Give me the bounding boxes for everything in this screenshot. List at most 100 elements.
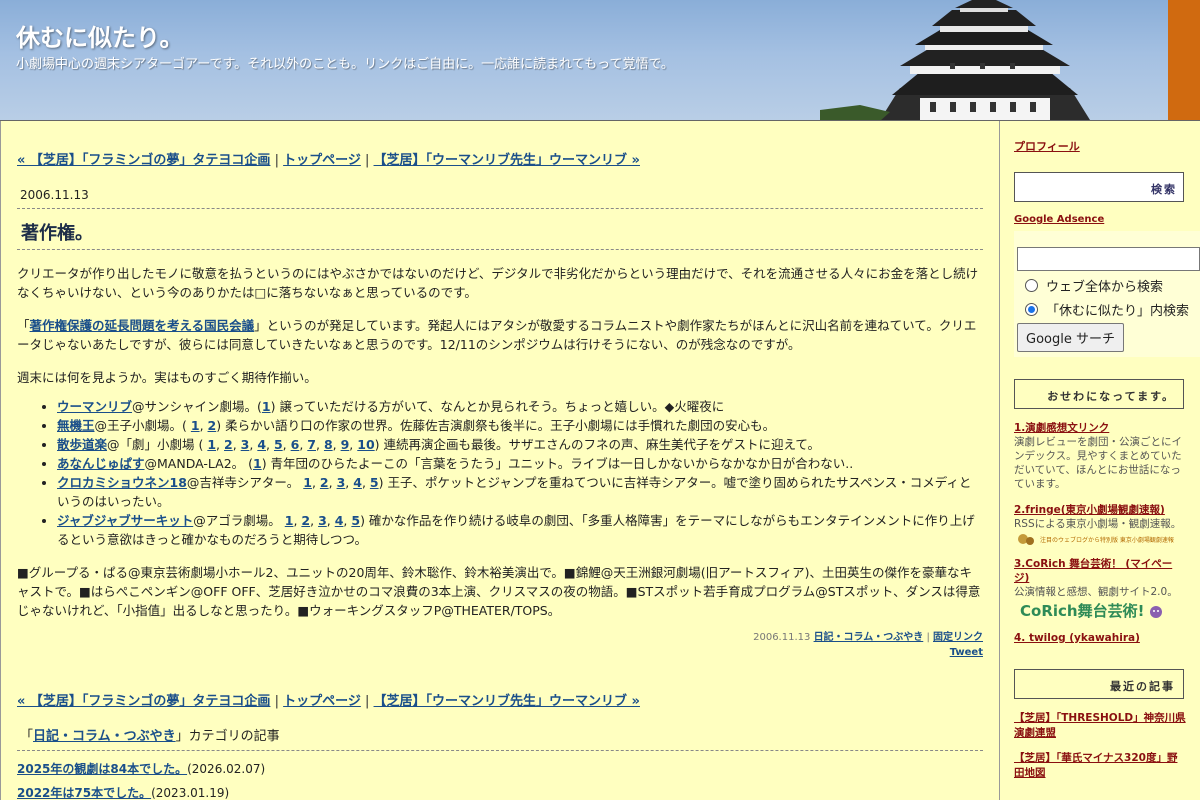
- category-suffix: 」カテゴリの記事: [175, 729, 280, 744]
- show-comment: ) 青年団のひらたよーこの「言葉をうたう」ユニット。ライブは一日しかないからなか…: [261, 456, 854, 471]
- top-page-link[interactable]: トップページ: [283, 694, 361, 709]
- top-page-link[interactable]: トップページ: [283, 153, 361, 168]
- review-number-link[interactable]: 8: [324, 437, 333, 452]
- radio-web-label: ウェブ全体から検索: [1046, 280, 1164, 295]
- post-category-link[interactable]: 日記・コラム・つぶやき: [814, 632, 924, 643]
- review-number-link[interactable]: 1: [207, 437, 216, 452]
- show-name-link[interactable]: ウーマンリブ: [57, 399, 132, 414]
- kokumin-kaigi-link[interactable]: 著作権保護の延長問題を考える国民会議: [30, 318, 255, 333]
- adsense-link[interactable]: Google Adsence: [1014, 214, 1104, 225]
- show-list-item: 散歩道楽@「劇」小劇場 ( 1, 2, 3, 4, 5, 6, 7, 8, 9,…: [57, 435, 983, 454]
- blog-title[interactable]: 休むに似たり。: [16, 18, 184, 53]
- google-search-button[interactable]: Google サーチ: [1017, 323, 1124, 352]
- review-number-link[interactable]: 6: [291, 437, 300, 452]
- category-entry-link[interactable]: 2022年は75本でした。: [17, 786, 151, 800]
- link-desc: 演劇レビューを劇団・公演ごとにインデックス。見やすくまとめていただいていて、ほん…: [1014, 436, 1182, 490]
- review-number-link[interactable]: 5: [351, 513, 360, 528]
- review-number-link[interactable]: 4: [257, 437, 266, 452]
- post-nav-bottom: « 【芝居】「フラミンゴの夢」タテヨコ企画 | トップページ | 【芝居】「ウー…: [17, 690, 983, 709]
- show-list-item: ジャブジャブサーキット@アゴラ劇場。 1, 2, 3, 4, 5) 確かな作品を…: [57, 511, 983, 549]
- search-heading[interactable]: 検索: [1014, 172, 1184, 202]
- sidebar: プロフィール 検索 Google Adsence ウェブ全体から検索 「休むに似…: [1001, 121, 1200, 800]
- category-entry-date: (2026.02.07): [187, 762, 266, 776]
- category-link[interactable]: 日記・コラム・つぶやき: [33, 729, 176, 744]
- recent-item[interactable]: 【芝居】「華氏マイナス320度」野田地図: [1014, 751, 1186, 781]
- review-number-link[interactable]: 2: [224, 437, 233, 452]
- link-desc: RSSによる東京小劇場・観劇速報。: [1014, 518, 1182, 530]
- link-title[interactable]: 3.CoRich 舞台芸術！ (マイページ): [1014, 557, 1186, 585]
- nav-separator: |: [274, 153, 279, 168]
- recent-item[interactable]: 【芝居】「THRESHOLD」神奈川県演劇連盟: [1014, 711, 1186, 741]
- review-number-link[interactable]: 3: [337, 475, 346, 490]
- show-venue: @「劇」小劇場 (: [107, 437, 208, 452]
- blog-banner: 休むに似たり。 小劇場中心の週末シアターゴアーです。それ以外のことも。リンクはご…: [0, 0, 1200, 121]
- review-number-link[interactable]: 5: [370, 475, 379, 490]
- category-entry: 2022年は75本でした。(2023.01.19): [17, 781, 983, 800]
- category-entry-list: 2025年の観劇は84本でした。(2026.02.07) 2022年は75本でした…: [17, 757, 983, 800]
- show-venue: @吉祥寺シアター。: [186, 475, 304, 490]
- review-number-link[interactable]: 2: [208, 418, 217, 433]
- post-body: クリエータが作り出したモノに敬意を払うというのにはやぶさかではないのだけど、デジ…: [17, 264, 983, 620]
- review-number-link[interactable]: 3: [318, 513, 327, 528]
- radio-site-label: 「休むに似たり」内検索: [1046, 304, 1190, 319]
- quote-open: 「: [20, 729, 34, 744]
- show-list-item: あなんじゅぱす@MANDA-LA2。 (1) 青年団のひらたよーこの「言葉をうた…: [57, 454, 983, 473]
- fringe-logo[interactable]: 注目のウェブログから特別版 東京小劇場観劇速報: [1016, 533, 1186, 547]
- review-number-link[interactable]: 2: [320, 475, 329, 490]
- nav-separator: |: [365, 153, 370, 168]
- corich-logo[interactable]: CoRich舞台芸術!: [1020, 603, 1186, 619]
- link-title[interactable]: 1.演劇感想文リンク: [1014, 421, 1186, 435]
- radio-site[interactable]: [1025, 303, 1038, 316]
- review-number-link[interactable]: 1: [285, 513, 294, 528]
- google-search-form: ウェブ全体から検索 「休むに似たり」内検索 Google サーチ: [1014, 231, 1200, 357]
- radio-web[interactable]: [1025, 279, 1038, 292]
- radio-site-row[interactable]: 「休むに似たり」内検索: [1017, 300, 1200, 319]
- review-number-link[interactable]: 7: [307, 437, 316, 452]
- show-name-link[interactable]: あなんじゅぱす: [57, 456, 145, 471]
- prev-post-link[interactable]: « 【芝居】「フラミンゴの夢」タテヨコ企画: [17, 694, 270, 709]
- show-venue: @サンシャイン劇場。(: [132, 399, 262, 414]
- blog-description: 小劇場中心の週末シアターゴアーです。それ以外のことも。リンクはご自由に。一応誰に…: [16, 57, 674, 72]
- radio-web-row[interactable]: ウェブ全体から検索: [1017, 276, 1200, 295]
- show-venue: @アゴラ劇場。: [193, 513, 285, 528]
- review-number-link[interactable]: 1: [262, 399, 271, 414]
- nav-separator: |: [365, 694, 370, 709]
- osewa-heading: おせわになってます。: [1014, 379, 1184, 409]
- permalink[interactable]: 固定リンク: [933, 632, 983, 643]
- show-list-item: 無機王@王子小劇場。( 1, 2) 柔らかい語り口の作家の世界。佐藤佐吉演劇祭も…: [57, 416, 983, 435]
- review-number-link[interactable]: 5: [274, 437, 283, 452]
- link-title[interactable]: 2.fringe(東京小劇場観劇速報): [1014, 503, 1186, 517]
- show-name-link[interactable]: 無機王: [57, 418, 95, 433]
- next-post-link[interactable]: 【芝居】「ウーマンリブ先生」ウーマンリブ »: [374, 153, 640, 168]
- prev-post-link[interactable]: « 【芝居】「フラミンゴの夢」タテヨコ企画: [17, 153, 270, 168]
- show-list: ウーマンリブ@サンシャイン劇場。(1) 譲っていただける方がいて、なんとか見られ…: [57, 397, 983, 549]
- tweet-link[interactable]: Tweet: [950, 647, 983, 658]
- show-comment: ) 連続再演企画も最後。サザエさんのフネの声、麻生美代子をゲストに迎えて。: [374, 437, 821, 452]
- category-entry: 2025年の観劇は84本でした。(2026.02.07): [17, 757, 983, 781]
- review-number-link[interactable]: 1: [253, 456, 262, 471]
- review-number-link[interactable]: 3: [241, 437, 250, 452]
- recent-list: 【芝居】「THRESHOLD」神奈川県演劇連盟 【芝居】「華氏マイナス320度」…: [1014, 711, 1186, 781]
- post-title: 著作権。: [17, 209, 983, 250]
- category-heading: 「日記・コラム・つぶやき」カテゴリの記事: [17, 725, 983, 751]
- show-list-item: クロカミショウネン18@吉祥寺シアター。 1, 2, 3, 4, 5) 王子、ポ…: [57, 473, 983, 511]
- show-name-link[interactable]: 散歩道楽: [57, 437, 107, 452]
- profile-link[interactable]: プロフィール: [1014, 140, 1080, 153]
- review-number-link[interactable]: 10: [357, 437, 374, 452]
- link-title[interactable]: 4. twilog (ykawahira): [1014, 631, 1186, 645]
- review-number-link[interactable]: 1: [303, 475, 312, 490]
- review-number-link[interactable]: 1: [191, 418, 200, 433]
- quote-open: 「: [17, 318, 30, 333]
- next-post-link[interactable]: 【芝居】「ウーマンリブ先生」ウーマンリブ »: [374, 694, 640, 709]
- review-number-link[interactable]: 9: [341, 437, 350, 452]
- link-desc: 公演情報と感想、観劇サイト2.0。: [1014, 586, 1178, 598]
- category-entry-link[interactable]: 2025年の観劇は84本でした。: [17, 762, 187, 776]
- main-content: « 【芝居】「フラミンゴの夢」タテヨコ企画 | トップページ | 【芝居】「ウー…: [0, 121, 1000, 800]
- google-search-input[interactable]: [1017, 247, 1200, 271]
- review-number-link[interactable]: 2: [301, 513, 310, 528]
- show-name-link[interactable]: ジャブジャブサーキット: [57, 513, 193, 528]
- show-venue: @王子小劇場。(: [94, 418, 191, 433]
- review-number-link[interactable]: 4: [335, 513, 344, 528]
- show-name-link[interactable]: クロカミショウネン18: [57, 475, 187, 490]
- review-number-link[interactable]: 4: [353, 475, 362, 490]
